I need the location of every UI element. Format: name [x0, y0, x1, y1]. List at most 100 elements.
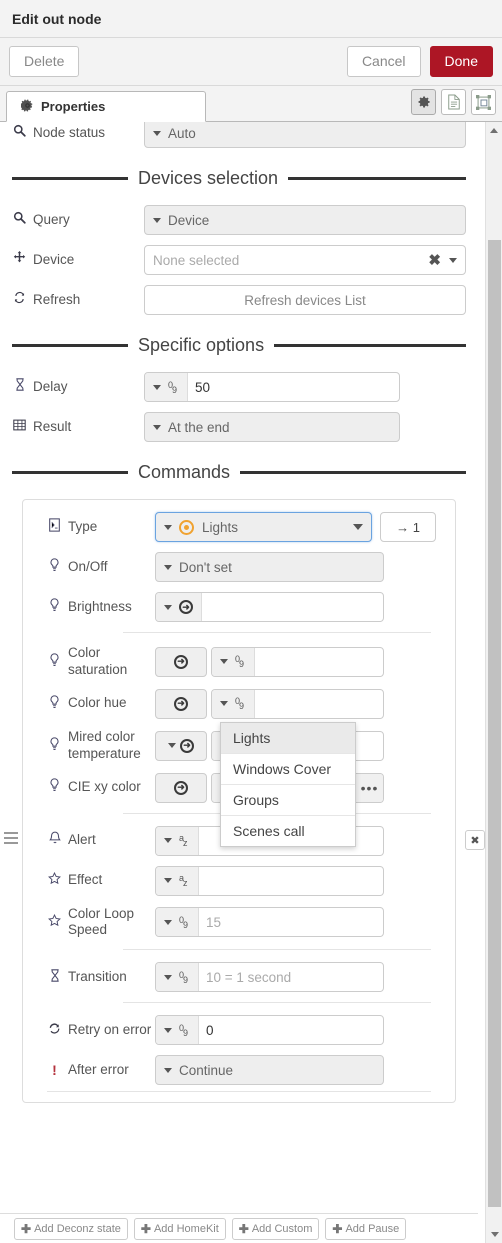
transition-typed-input[interactable]: 09 10 = 1 second — [155, 962, 384, 993]
color-loop-speed-value[interactable]: 15 — [199, 908, 383, 936]
color-saturation-action-button[interactable]: ➜ — [155, 646, 207, 677]
scroll-down-button[interactable] — [486, 1226, 502, 1243]
brightness-value[interactable] — [202, 593, 383, 621]
add-deconz-state-button[interactable]: ✚ Add Deconz state — [14, 1217, 128, 1240]
cie-expand-button[interactable]: ••• — [355, 773, 383, 802]
add-homekit-button[interactable]: ✚ Add HomeKit — [133, 1217, 226, 1240]
alert-type-button[interactable]: az — [156, 826, 199, 855]
refresh-devices-list-button[interactable]: Refresh devices List — [144, 285, 466, 315]
transition-value[interactable]: 10 = 1 second — [199, 963, 383, 991]
color-saturation-control: ➜ 09 — [155, 646, 384, 677]
color-saturation-value[interactable] — [255, 648, 383, 676]
menu-item-scenes-call[interactable]: Scenes call — [221, 816, 355, 846]
effect-type-button[interactable]: az — [156, 866, 199, 895]
scroll-up-button[interactable] — [486, 122, 502, 139]
table-icon — [12, 419, 27, 435]
chevron-down-icon — [153, 130, 161, 136]
chevron-down-icon[interactable] — [449, 257, 457, 263]
row-node-status: Node status Auto — [12, 122, 466, 148]
menu-item-lights[interactable]: Lights — [221, 723, 355, 754]
node-status-control: Auto — [144, 122, 466, 148]
bell-icon — [47, 831, 62, 849]
star-icon — [47, 913, 62, 931]
appearance-gear-icon-button[interactable] — [411, 89, 436, 115]
mired-action-button[interactable]: ➜ — [155, 730, 207, 761]
chevron-down-icon — [164, 1027, 172, 1033]
after-error-control: Continue — [155, 1055, 384, 1086]
section-title: Devices selection — [138, 168, 279, 188]
goto-output-button[interactable]: → 1 — [380, 512, 436, 542]
brightness-control: ➜ — [155, 592, 384, 622]
transition-type-button[interactable]: 09 — [156, 963, 199, 992]
brightness-type-button[interactable]: ➜ — [156, 593, 202, 621]
color-hue-label: Color hue — [68, 695, 127, 711]
node-status-select[interactable]: Auto — [144, 122, 466, 148]
string-type-icon: az — [179, 873, 188, 888]
delay-value[interactable]: 50 — [188, 373, 399, 401]
color-saturation-typed-input[interactable]: 09 — [211, 646, 384, 677]
scrollbar-thumb[interactable] — [488, 240, 501, 1207]
hourglass-icon — [47, 968, 62, 986]
chevron-down-icon — [164, 838, 172, 843]
type-select[interactable]: Lights — [155, 512, 372, 542]
type-dropdown-menu[interactable]: Lights Windows Cover Groups Scenes call — [220, 722, 356, 847]
color-hue-type-button[interactable]: 09 — [212, 689, 255, 718]
bulb-icon — [47, 694, 62, 713]
add-command-bar: ✚ Add Deconz state ✚ Add HomeKit ✚ Add Cust… — [0, 1213, 478, 1243]
transition-label-group: Transition — [33, 969, 155, 986]
plus-icon: ✚ — [140, 1221, 151, 1236]
device-select[interactable]: None selected ✖ — [144, 245, 466, 275]
on-off-label-group: On/Off — [33, 558, 155, 576]
refresh-label-group: Refresh — [12, 291, 144, 308]
row-device: Device None selected ✖ — [12, 245, 466, 275]
section-commands: Commands — [12, 462, 466, 483]
color-hue-value[interactable] — [255, 690, 383, 718]
delete-command-button[interactable]: ✖ — [465, 830, 485, 850]
device-label: Device — [33, 251, 75, 267]
done-button[interactable]: Done — [429, 46, 493, 77]
node-outline-icon-button[interactable] — [471, 89, 496, 115]
retry-typed-input[interactable]: 09 0 — [155, 1015, 384, 1046]
type-label: Type — [68, 518, 98, 534]
add-pause-button[interactable]: ✚ Add Pause — [325, 1217, 407, 1240]
on-off-select[interactable]: Don't set — [155, 552, 384, 582]
tab-properties[interactable]: Properties — [6, 91, 206, 122]
color-loop-speed-typed-input[interactable]: 09 15 — [155, 907, 384, 938]
menu-item-groups[interactable]: Groups — [221, 785, 355, 816]
bulb-icon — [47, 736, 62, 755]
delay-typed-input[interactable]: 09 50 — [144, 372, 400, 402]
menu-item-windows-cover[interactable]: Windows Cover — [221, 754, 355, 785]
on-off-control: Don't set — [155, 552, 384, 582]
delay-type-button[interactable]: 09 — [145, 373, 188, 401]
effect-typed-input[interactable]: az — [155, 865, 384, 896]
color-hue-action-button[interactable]: ➜ — [155, 688, 207, 719]
section-rule-left — [12, 344, 128, 347]
divider — [47, 1091, 431, 1093]
retry-value[interactable]: 0 — [199, 1016, 383, 1044]
color-hue-typed-input[interactable]: 09 — [211, 688, 384, 719]
query-select[interactable]: Device — [144, 205, 466, 235]
result-select[interactable]: At the end — [144, 412, 400, 442]
page-title: Edit out node — [12, 10, 102, 27]
device-control: None selected ✖ — [144, 245, 466, 275]
close-icon[interactable]: ✖ — [428, 251, 441, 269]
node-status-label: Node status — [33, 124, 106, 140]
vertical-scrollbar[interactable] — [485, 122, 502, 1243]
dialog-button-bar: Delete Cancel Done — [0, 38, 502, 86]
delete-button[interactable]: Delete — [9, 46, 80, 77]
query-value: Device — [168, 212, 210, 228]
color-loop-speed-type-button[interactable]: 09 — [156, 908, 199, 937]
after-error-label: After error — [68, 1061, 129, 1077]
brightness-typed-input[interactable]: ➜ — [155, 592, 384, 622]
drag-handle-icon[interactable] — [4, 832, 18, 847]
result-control: At the end — [144, 412, 400, 442]
deconz-orb-icon — [179, 519, 194, 535]
after-error-select[interactable]: Continue — [155, 1055, 384, 1086]
retry-type-button[interactable]: 09 — [156, 1016, 199, 1045]
effect-value[interactable] — [199, 867, 383, 895]
add-custom-button[interactable]: ✚ Add Custom — [231, 1217, 320, 1240]
cie-action-button[interactable]: ➜ — [155, 772, 207, 803]
color-saturation-type-button[interactable]: 09 — [212, 647, 255, 676]
description-doc-icon-button[interactable] — [441, 89, 466, 115]
cancel-button[interactable]: Cancel — [346, 46, 421, 77]
